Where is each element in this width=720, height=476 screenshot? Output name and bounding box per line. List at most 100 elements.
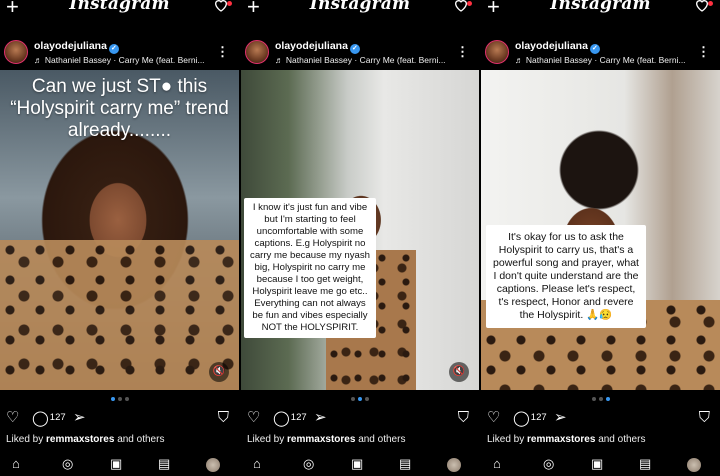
liked-by-prefix: Liked by [6,434,44,445]
home-icon[interactable]: ⌂ [12,456,20,471]
music-title[interactable]: Nathaniel Bassey · Carry Me (feat. Berni… [286,55,446,65]
carousel-dots [0,397,239,401]
liked-by-prefix: Liked by [487,434,525,445]
carousel-dot [605,397,610,401]
carousel-dot [110,397,115,401]
mute-icon[interactable]: 🔇 [209,362,229,382]
bottom-nav: ⌂ ◎ ▣ ▤ [241,456,479,476]
profile-avatar-icon[interactable] [447,458,461,472]
liked-by-user[interactable]: remmaxstores [527,434,595,445]
music-note-icon: ♬ [34,55,43,65]
avatar[interactable] [4,40,28,64]
music-info[interactable]: ♬ Nathaniel Bassey · Carry Me (feat. Ber… [275,55,446,65]
post-media[interactable]: Can we just ST● this “Holyspirit carry m… [0,70,239,390]
text-note: I know it's just fun and vibe but I'm st… [244,198,376,338]
liked-by[interactable]: Liked by remmaxstores and others [487,434,645,445]
username[interactable]: olayodejuliana ✓ [34,40,119,54]
home-icon[interactable]: ⌂ [493,456,501,471]
instagram-logo: Instagram [309,0,411,14]
share-icon[interactable]: ➢ [314,409,327,427]
post-panel-1: + Instagram olayodejuliana ✓ ♬ Nathaniel … [0,0,239,476]
music-note-icon: ♬ [515,55,524,65]
save-bookmark-icon[interactable]: ⛉ [699,409,710,427]
top-bar: + Instagram [241,0,479,26]
more-options-icon[interactable]: ⋮ [456,44,469,60]
carousel-dot [358,397,362,401]
instagram-logo: Instagram [550,0,651,14]
bottom-nav: ⌂ ◎ ▣ ▤ [481,456,720,476]
carousel-dot [591,397,596,401]
like-heart-icon[interactable]: ♡ [487,409,500,427]
reels-icon[interactable]: ▣ [351,456,363,472]
music-info[interactable]: ♬ Nathaniel Bassey · Carry Me (feat. Ber… [34,55,205,65]
username-text[interactable]: olayodejuliana [34,40,107,52]
music-title[interactable]: Nathaniel Bassey · Carry Me (feat. Berni… [45,55,205,65]
music-info[interactable]: ♬ Nathaniel Bassey · Carry Me (feat. Ber… [515,55,686,65]
liked-by-user[interactable]: remmaxstores [46,434,114,445]
post-media[interactable]: It's okay for us to ask the Holyspirit t… [481,70,720,390]
avatar[interactable] [245,40,269,64]
comment-icon: ◯ [32,410,49,427]
explore-icon[interactable]: ◎ [62,456,73,472]
like-heart-icon[interactable]: ♡ [6,409,19,427]
more-options-icon[interactable]: ⋮ [697,44,710,60]
top-bar: + Instagram [481,0,720,26]
shop-icon[interactable]: ▤ [399,456,411,472]
post-header: olayodejuliana ✓ ♬ Nathaniel Bassey · Car… [241,38,479,70]
profile-avatar-icon[interactable] [206,458,220,472]
comment-button[interactable]: ◯127 [273,409,307,427]
mute-icon[interactable]: 🔇 [449,362,469,382]
reels-icon[interactable]: ▣ [110,456,122,472]
post-actions: ♡ ◯127 ➢ ⛉ [481,409,720,429]
verified-badge-icon: ✓ [349,44,360,54]
username-text[interactable]: olayodejuliana [275,40,348,52]
liked-by-prefix: Liked by [247,434,285,445]
share-icon[interactable]: ➢ [554,409,567,427]
share-icon[interactable]: ➢ [73,409,86,427]
carousel-dots [481,397,720,401]
liked-by-suffix: and others [117,434,165,445]
liked-by-user[interactable]: remmaxstores [287,434,355,445]
save-bookmark-icon[interactable]: ⛉ [218,409,229,427]
post-panel-2: + Instagram olayodejuliana ✓ ♬ Nathaniel … [241,0,479,476]
explore-icon[interactable]: ◎ [543,456,554,472]
shop-icon[interactable]: ▤ [639,456,651,472]
reels-icon[interactable]: ▣ [591,456,603,472]
music-title[interactable]: Nathaniel Bassey · Carry Me (feat. Berni… [526,55,686,65]
liked-by-suffix: and others [598,434,646,445]
username[interactable]: olayodejuliana ✓ [515,40,600,54]
comment-count: 127 [49,412,66,423]
liked-by-suffix: and others [358,434,406,445]
carousel-dot [351,397,355,401]
comment-icon: ◯ [273,410,290,427]
profile-avatar-icon[interactable] [687,458,701,472]
like-heart-icon[interactable]: ♡ [247,409,260,427]
explore-icon[interactable]: ◎ [303,456,314,472]
carousel-dot [117,397,122,401]
home-icon[interactable]: ⌂ [253,456,261,471]
verified-badge-icon: ✓ [589,44,600,54]
leopard-print-garment [0,240,239,390]
avatar[interactable] [485,40,509,64]
post-actions: ♡ ◯127 ➢ ⛉ [0,409,239,429]
notification-dot [227,1,232,6]
comment-button[interactable]: ◯127 [32,409,66,427]
carousel-dot [598,397,603,401]
username[interactable]: olayodejuliana ✓ [275,40,360,54]
more-options-icon[interactable]: ⋮ [216,44,229,60]
username-text[interactable]: olayodejuliana [515,40,588,52]
post-actions: ♡ ◯127 ➢ ⛉ [241,409,479,429]
shop-icon[interactable]: ▤ [158,456,170,472]
save-bookmark-icon[interactable]: ⛉ [458,409,469,427]
music-note-icon: ♬ [275,55,284,65]
text-note: It's okay for us to ask the Holyspirit t… [486,225,646,328]
liked-by[interactable]: Liked by remmaxstores and others [6,434,164,445]
post-header: olayodejuliana ✓ ♬ Nathaniel Bassey · Car… [0,38,239,70]
instagram-logo: Instagram [69,0,170,14]
comment-count: 127 [290,412,307,423]
overlay-caption: Can we just ST● this “Holyspirit carry m… [10,76,229,141]
verified-badge-icon: ✓ [108,44,119,54]
liked-by[interactable]: Liked by remmaxstores and others [247,434,405,445]
post-media[interactable]: I know it's just fun and vibe but I'm st… [241,70,479,390]
comment-button[interactable]: ◯127 [513,409,547,427]
